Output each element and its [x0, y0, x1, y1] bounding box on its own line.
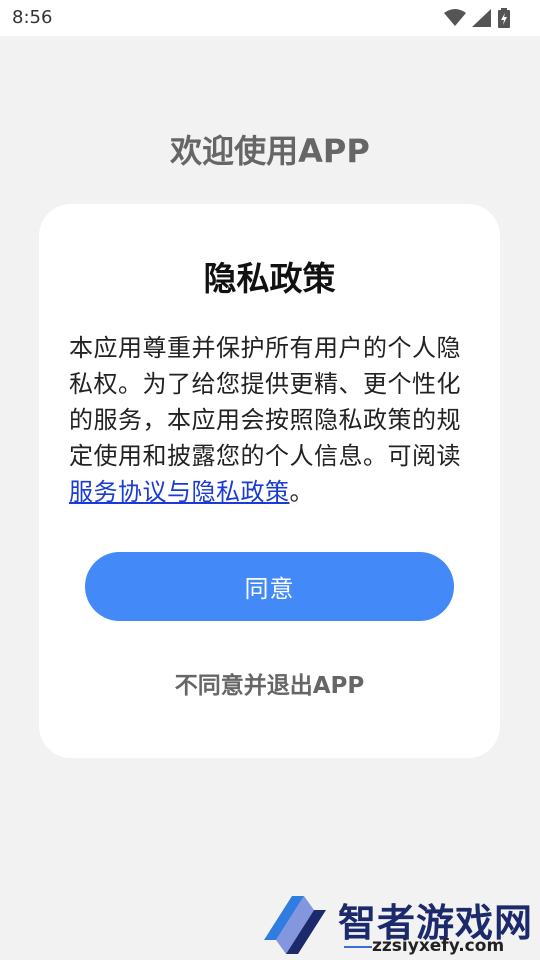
- status-time: 8:56: [12, 7, 53, 28]
- status-bar: 8:56: [0, 0, 540, 36]
- dialog-title: 隐私政策: [203, 259, 336, 298]
- watermark-url: zzsiyxefy.com: [372, 936, 505, 956]
- watermark-logo-icon: [262, 892, 334, 960]
- privacy-dialog: 隐私政策 本应用尊重并保护所有用户的个人隐私权。为了给您提供更精、更个性化的服务…: [39, 204, 500, 758]
- welcome-title: 欢迎使用APP: [170, 132, 370, 170]
- wifi-icon: [444, 9, 466, 27]
- policy-link[interactable]: 服务协议与隐私政策: [69, 478, 290, 506]
- cellular-signal-icon: [472, 9, 492, 27]
- battery-charging-icon: [498, 8, 510, 28]
- watermark: 智者游戏网 zzsiyxefy.com: [262, 892, 540, 960]
- disagree-exit-button[interactable]: 不同意并退出APP: [39, 666, 500, 700]
- body-text: 本应用尊重并保护所有用户的个人隐私权。为了给您提供更精、更个性化的服务，本应用会…: [69, 334, 461, 470]
- body-end: 。: [289, 478, 314, 506]
- status-icons: [444, 8, 510, 28]
- agree-button[interactable]: 同意: [85, 552, 454, 621]
- dialog-body: 本应用尊重并保护所有用户的个人隐私权。为了给您提供更精、更个性化的服务，本应用会…: [69, 330, 469, 510]
- watermark-divider: [344, 946, 372, 948]
